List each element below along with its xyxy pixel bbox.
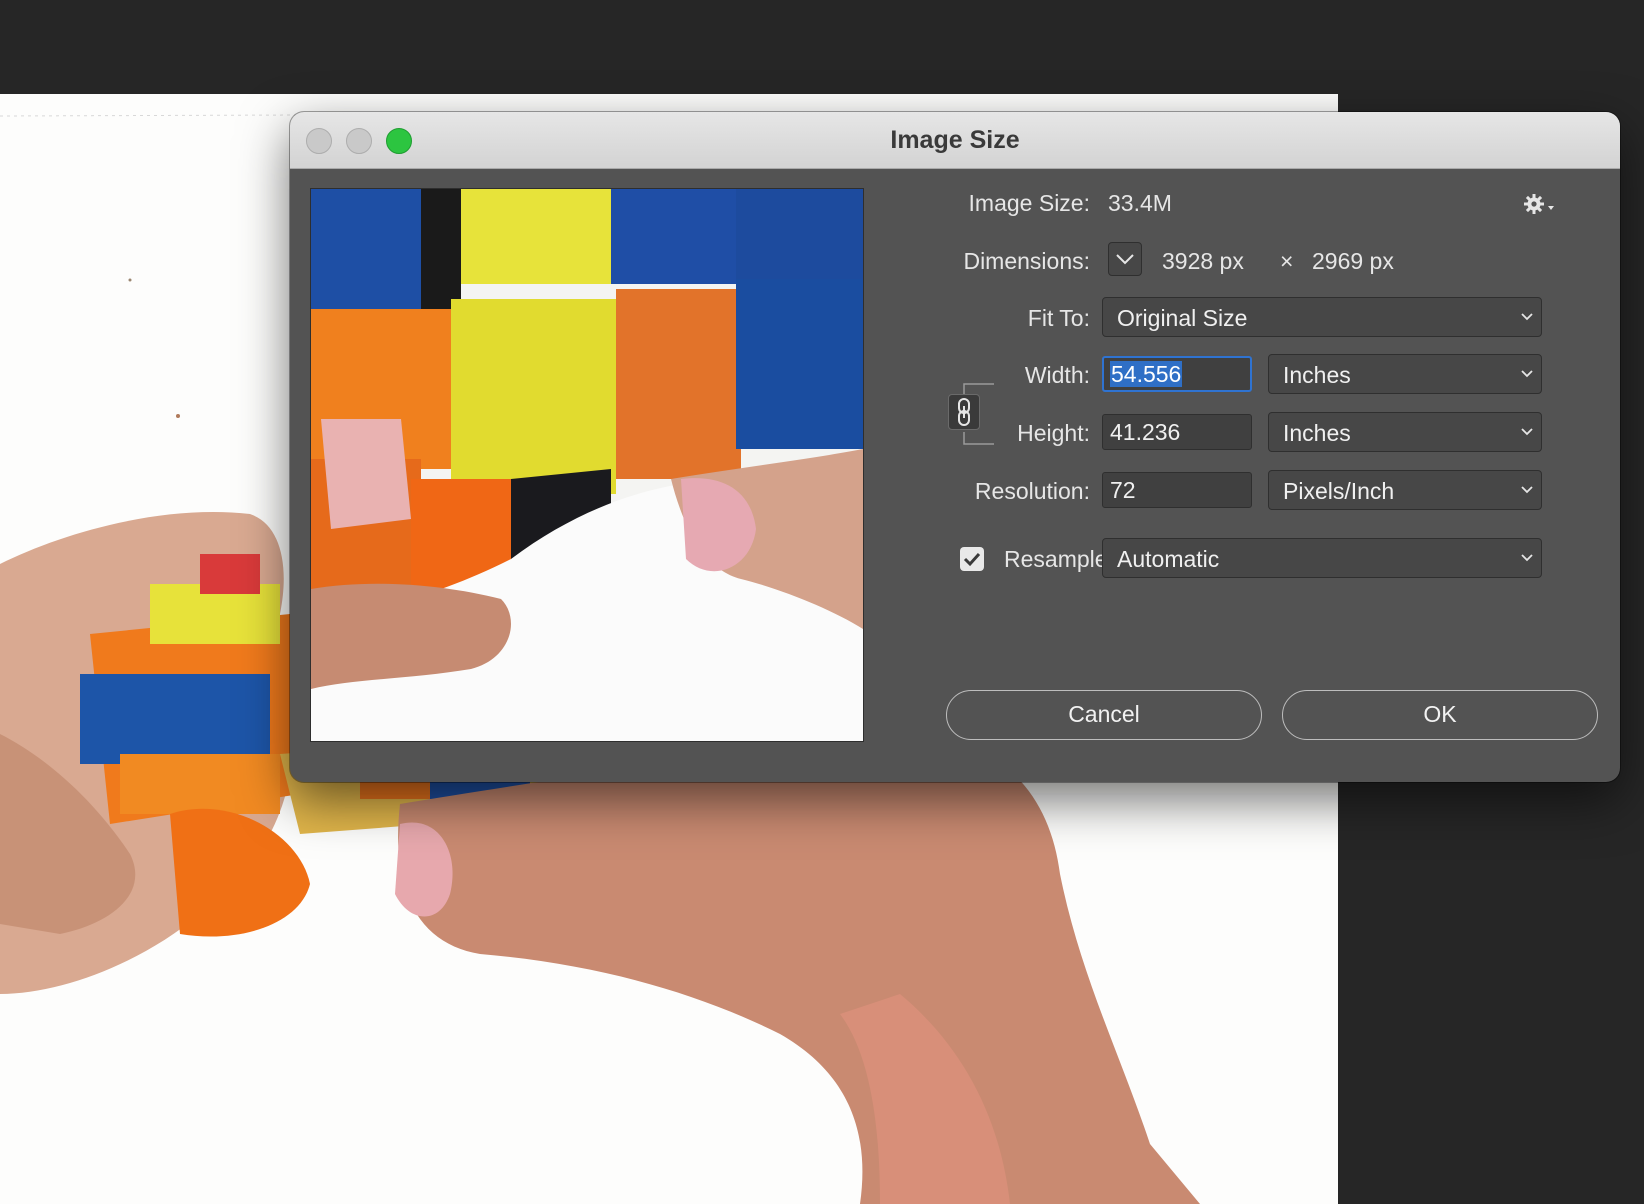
width-unit-value: Inches <box>1283 362 1351 388</box>
width-label: Width: <box>1024 362 1090 388</box>
height-input[interactable]: 41.236 <box>1102 414 1252 450</box>
resample-checkbox[interactable] <box>960 547 984 571</box>
image-size-value: 33.4M <box>1108 190 1172 216</box>
preview-artwork <box>311 189 863 741</box>
fit-to-select[interactable]: Original Size <box>1102 297 1542 337</box>
checkmark-icon <box>963 552 981 567</box>
dimensions-dropdown-button[interactable] <box>1108 242 1142 276</box>
resample-label: Resample: <box>1004 546 1114 572</box>
cancel-button[interactable]: Cancel <box>946 690 1262 740</box>
height-value: 41.236 <box>1110 419 1181 445</box>
height-unit-select[interactable]: Inches <box>1268 412 1542 452</box>
gear-icon[interactable] <box>1522 192 1558 218</box>
resolution-label: Resolution: <box>974 478 1090 504</box>
chevron-down-icon <box>1116 254 1134 265</box>
chevron-down-icon <box>1521 428 1533 436</box>
dimensions-height-value: 2969 px <box>1312 248 1394 274</box>
dimensions-width-value: 3928 px <box>1162 248 1244 274</box>
resolution-value: 72 <box>1110 477 1136 503</box>
height-label: Height: <box>1017 420 1090 446</box>
resample-value: Automatic <box>1117 546 1220 572</box>
ok-button[interactable]: OK <box>1282 690 1598 740</box>
image-preview[interactable] <box>310 188 864 742</box>
resolution-input[interactable]: 72 <box>1102 472 1252 508</box>
fit-to-label: Fit To: <box>1027 305 1090 331</box>
dimensions-label: Dimensions: <box>963 248 1090 274</box>
resolution-unit-value: Pixels/Inch <box>1283 478 1395 504</box>
height-unit-value: Inches <box>1283 420 1351 446</box>
chevron-down-icon <box>1521 554 1533 562</box>
image-size-label: Image Size: <box>968 190 1090 216</box>
width-input[interactable]: 54.556 <box>1102 356 1252 392</box>
image-size-dialog: Image Size Image Size: 33.4M Dimensions:… <box>290 112 1620 782</box>
dimensions-times-symbol: × <box>1280 248 1294 274</box>
chevron-down-icon <box>1521 313 1533 321</box>
fit-to-value: Original Size <box>1117 305 1248 331</box>
chevron-down-icon <box>1521 370 1533 378</box>
width-value: 54.556 <box>1110 361 1183 387</box>
resolution-unit-select[interactable]: Pixels/Inch <box>1268 470 1542 510</box>
dialog-title: Image Size <box>890 126 1020 154</box>
title-bar: Image Size <box>290 112 1620 169</box>
width-unit-select[interactable]: Inches <box>1268 354 1542 394</box>
resample-select[interactable]: Automatic <box>1102 538 1542 578</box>
chevron-down-icon <box>1521 486 1533 494</box>
